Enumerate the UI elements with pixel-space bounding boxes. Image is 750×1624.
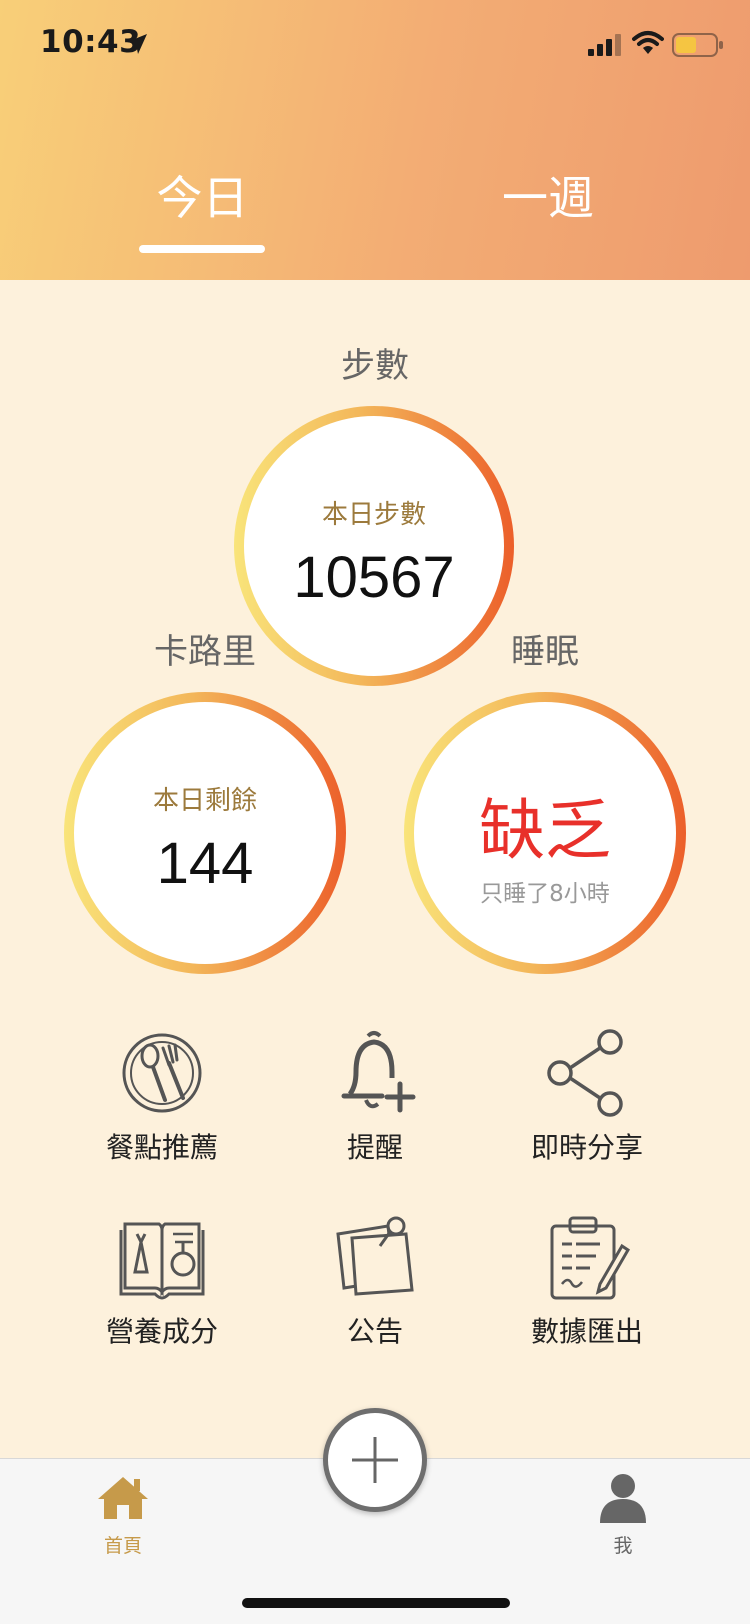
user-icon xyxy=(600,1474,646,1523)
steps-value: 10567 xyxy=(293,545,455,610)
calories-ring[interactable]: 本日剩餘 144 xyxy=(64,692,346,974)
plate-utensils-icon xyxy=(122,1033,202,1113)
steps-ring[interactable]: 本日步數 10567 xyxy=(234,406,514,686)
nutrition-book-icon xyxy=(119,1222,205,1300)
steps-ring-inner: 本日步數 10567 xyxy=(244,416,504,676)
calories-caption: 本日剩餘 xyxy=(152,786,257,816)
feature-label: 餐點推薦 xyxy=(105,1131,218,1164)
feature-label: 提醒 xyxy=(346,1131,403,1164)
bell-plus-icon xyxy=(341,1031,416,1113)
pinned-notes-icon xyxy=(336,1216,414,1296)
battery-icon xyxy=(672,33,723,57)
active-tab-indicator xyxy=(139,245,265,253)
sleep-ring-inner: 缺乏 只睡了8小時 xyxy=(414,702,676,964)
home-icon xyxy=(98,1477,148,1519)
feature-reminder[interactable]: 提醒 xyxy=(285,1028,465,1166)
sleep-note: 只睡了8小時 xyxy=(480,881,610,907)
feature-label: 公告 xyxy=(346,1315,403,1348)
feature-label: 即時分享 xyxy=(530,1131,643,1164)
feature-instant-share[interactable]: 即時分享 xyxy=(497,1028,677,1166)
location-arrow-icon xyxy=(127,34,147,54)
signal-icon xyxy=(588,34,621,56)
tab-today[interactable]: 今日 xyxy=(140,168,265,228)
sleep-section-label: 睡眠 xyxy=(511,632,579,672)
feature-label: 營養成分 xyxy=(105,1315,218,1348)
plus-icon xyxy=(352,1437,398,1483)
sleep-ring[interactable]: 缺乏 只睡了8小時 xyxy=(404,692,686,974)
steps-section-label: 步數 xyxy=(341,346,409,386)
home-indicator xyxy=(242,1598,510,1608)
nav-home-label: 首頁 xyxy=(103,1535,142,1557)
calories-section-label: 卡路里 xyxy=(154,632,256,672)
nav-me[interactable]: 我 xyxy=(573,1473,673,1558)
feature-meal-recommendation[interactable]: 餐點推薦 xyxy=(72,1028,252,1166)
tab-week[interactable]: 一週 xyxy=(488,168,608,228)
feature-announcement[interactable]: 公告 xyxy=(285,1212,465,1350)
feature-data-export[interactable]: 數據匯出 xyxy=(497,1212,677,1350)
steps-caption: 本日步數 xyxy=(321,500,426,530)
status-bar: 10:43 xyxy=(0,0,750,90)
sleep-status: 缺乏 xyxy=(479,792,611,869)
calories-value: 144 xyxy=(156,831,254,896)
share-icon xyxy=(547,1029,623,1117)
clipboard-export-icon xyxy=(550,1216,631,1300)
calories-ring-inner: 本日剩餘 144 xyxy=(74,702,336,964)
add-button[interactable] xyxy=(323,1408,427,1512)
nav-me-label: 我 xyxy=(613,1535,633,1557)
wifi-icon xyxy=(632,31,664,54)
feature-label: 數據匯出 xyxy=(530,1315,643,1348)
feature-nutrition[interactable]: 營養成分 xyxy=(72,1212,252,1350)
nav-home[interactable]: 首頁 xyxy=(73,1473,173,1558)
header: 10:43 今日 一週 xyxy=(0,0,750,280)
